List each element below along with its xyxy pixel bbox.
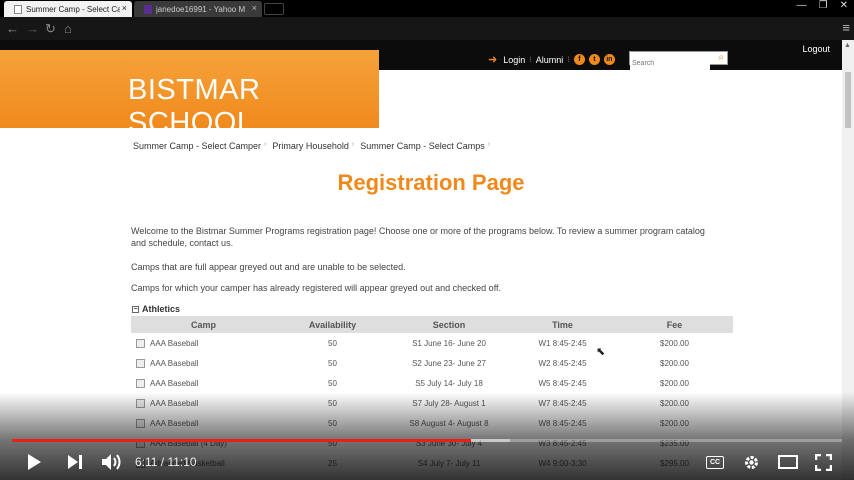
restore-icon[interactable]: ❐ bbox=[819, 0, 828, 11]
fee-cell: $200.00 bbox=[660, 358, 689, 368]
minimize-icon[interactable]: — bbox=[797, 0, 807, 11]
camp-name: AAA Baseball bbox=[150, 338, 199, 348]
browser-tab-bar: Summer Camp - Select Ca × janedoe16991 -… bbox=[0, 0, 854, 17]
section-cell: S2 June 23- June 27 bbox=[412, 358, 486, 368]
table-row: AAA Baseball 50 S5 July 14- July 18 W5 8:45… bbox=[131, 373, 733, 393]
registered-camps-note: Camps for which your camper has already … bbox=[131, 283, 502, 293]
search-input[interactable] bbox=[630, 57, 710, 70]
section-cell: S1 June 16- June 20 bbox=[412, 338, 486, 348]
yahoo-icon bbox=[144, 4, 152, 14]
home-icon[interactable]: ⌂ bbox=[64, 21, 72, 36]
scroll-up-icon[interactable]: ▲ bbox=[844, 42, 851, 49]
login-link[interactable]: Login bbox=[503, 55, 525, 65]
camp-name: AAA Baseball bbox=[150, 378, 199, 388]
camp-checkbox[interactable] bbox=[136, 338, 145, 348]
section-title: Athletics bbox=[142, 304, 181, 314]
tab-label: janedoe16991 - Yahoo M bbox=[156, 4, 246, 14]
header-time: Time bbox=[552, 319, 573, 330]
availability-cell: 50 bbox=[328, 378, 337, 388]
time-display: 6:11 / 11:10 bbox=[135, 455, 197, 469]
tab-yahoo-mail[interactable]: janedoe16991 - Yahoo M × bbox=[134, 1, 262, 17]
header-availability: Availability bbox=[308, 319, 357, 330]
reload-icon[interactable]: ↻ bbox=[45, 21, 56, 37]
breadcrumb-item[interactable]: Summer Camp - Select Camps bbox=[360, 141, 485, 151]
header-camp: Camp bbox=[190, 319, 216, 330]
time-cell: W5 8:45-2:45 bbox=[538, 378, 587, 388]
mouse-cursor-icon: ⬉ bbox=[596, 346, 606, 358]
alumni-link[interactable]: Alumni bbox=[536, 55, 564, 65]
tab-summer-camp[interactable]: Summer Camp - Select Ca × bbox=[4, 1, 132, 17]
camp-cell: AAA Baseball bbox=[131, 378, 276, 388]
athletics-section-header[interactable]: − Athletics bbox=[132, 304, 180, 314]
page-icon bbox=[14, 4, 22, 14]
section-cell: S5 July 14- July 18 bbox=[415, 378, 483, 388]
breadcrumb-chevron-icon: › bbox=[264, 141, 267, 148]
captions-icon[interactable]: CC bbox=[706, 456, 724, 469]
facebook-icon[interactable]: f bbox=[573, 54, 585, 65]
tab-close-icon[interactable]: × bbox=[122, 3, 127, 13]
window-controls: — ❐ ✕ bbox=[797, 0, 848, 11]
new-tab-button[interactable] bbox=[264, 3, 284, 15]
next-icon[interactable] bbox=[68, 455, 82, 469]
search-box: ⌕ bbox=[629, 51, 728, 70]
camp-cell: AAA Baseball bbox=[131, 358, 276, 368]
availability-cell: 50 bbox=[328, 358, 337, 368]
fee-cell: $200.00 bbox=[660, 378, 689, 388]
login-icon: ➜ bbox=[488, 54, 498, 66]
video-progress-bar[interactable] bbox=[12, 439, 842, 442]
play-icon[interactable] bbox=[28, 454, 41, 470]
back-icon[interactable]: ← bbox=[6, 21, 19, 36]
breadcrumb-chevron-icon: › bbox=[487, 141, 491, 148]
breadcrumb: Summer Camp - Select Camper › Primary Ho… bbox=[133, 141, 490, 151]
header-fee: Fee bbox=[666, 319, 683, 330]
separator: ⁝ bbox=[529, 55, 532, 64]
logout-link[interactable]: Logout bbox=[802, 44, 830, 54]
table-row: AAA Baseball 50 S1 June 16- June 20 W1 8:45… bbox=[131, 333, 733, 353]
separator: ⁝ bbox=[567, 55, 570, 64]
camp-cell: AAA Baseball bbox=[131, 338, 276, 348]
full-camps-note: Camps that are full appear greyed out an… bbox=[131, 262, 406, 272]
breadcrumb-item[interactable]: Primary Household bbox=[272, 141, 349, 151]
linkedin-icon[interactable]: in bbox=[603, 54, 615, 65]
table-row: AAA Baseball 50 S2 June 23- June 27 W2 8:45… bbox=[131, 353, 733, 373]
camp-checkbox[interactable] bbox=[136, 378, 145, 388]
school-banner: BISTMAR SCHOOL bbox=[0, 50, 379, 139]
settings-gear-icon[interactable] bbox=[743, 454, 760, 471]
close-window-icon[interactable]: ✕ bbox=[840, 0, 848, 11]
table-header: Camp Availability Section Time Fee bbox=[131, 316, 733, 333]
fee-cell: $200.00 bbox=[660, 338, 689, 348]
time-cell: W2 8:45-2:45 bbox=[538, 358, 587, 368]
collapse-icon[interactable]: − bbox=[132, 305, 139, 313]
browser-menu-icon[interactable]: ≡ bbox=[842, 20, 850, 35]
breadcrumb-item[interactable]: Summer Camp - Select Camper bbox=[133, 141, 261, 151]
player-controls: 6:11 / 11:10 CC bbox=[0, 444, 854, 480]
breadcrumb-chevron-icon: › bbox=[351, 141, 355, 148]
school-logo-text: BISTMAR SCHOOL bbox=[128, 74, 261, 139]
header-section: Section bbox=[432, 319, 466, 330]
browser-nav-bar: ← → ↻ ⌂ ≡ bbox=[0, 17, 854, 40]
fullscreen-icon[interactable] bbox=[815, 454, 832, 471]
intro-text: Welcome to the Bistmar Summer Programs r… bbox=[131, 226, 705, 248]
login-area: ➜ Login ⁝ Alumni ⁝ f t in bbox=[488, 53, 615, 66]
tab-label: Summer Camp - Select Ca bbox=[26, 4, 120, 14]
search-icon[interactable]: ⌕ bbox=[718, 52, 724, 64]
scrollbar-thumb[interactable] bbox=[845, 72, 851, 128]
forward-icon[interactable]: → bbox=[26, 21, 39, 36]
page-title: Registration Page bbox=[337, 170, 525, 195]
camp-checkbox[interactable] bbox=[136, 358, 145, 368]
volume-icon[interactable] bbox=[102, 454, 122, 470]
camp-name: AAA Baseball bbox=[150, 358, 199, 368]
played-bar bbox=[12, 439, 471, 442]
tab-close-icon[interactable]: × bbox=[252, 3, 257, 13]
theater-mode-icon[interactable] bbox=[778, 455, 798, 469]
availability-cell: 50 bbox=[328, 338, 337, 348]
twitter-icon[interactable]: t bbox=[588, 54, 600, 65]
